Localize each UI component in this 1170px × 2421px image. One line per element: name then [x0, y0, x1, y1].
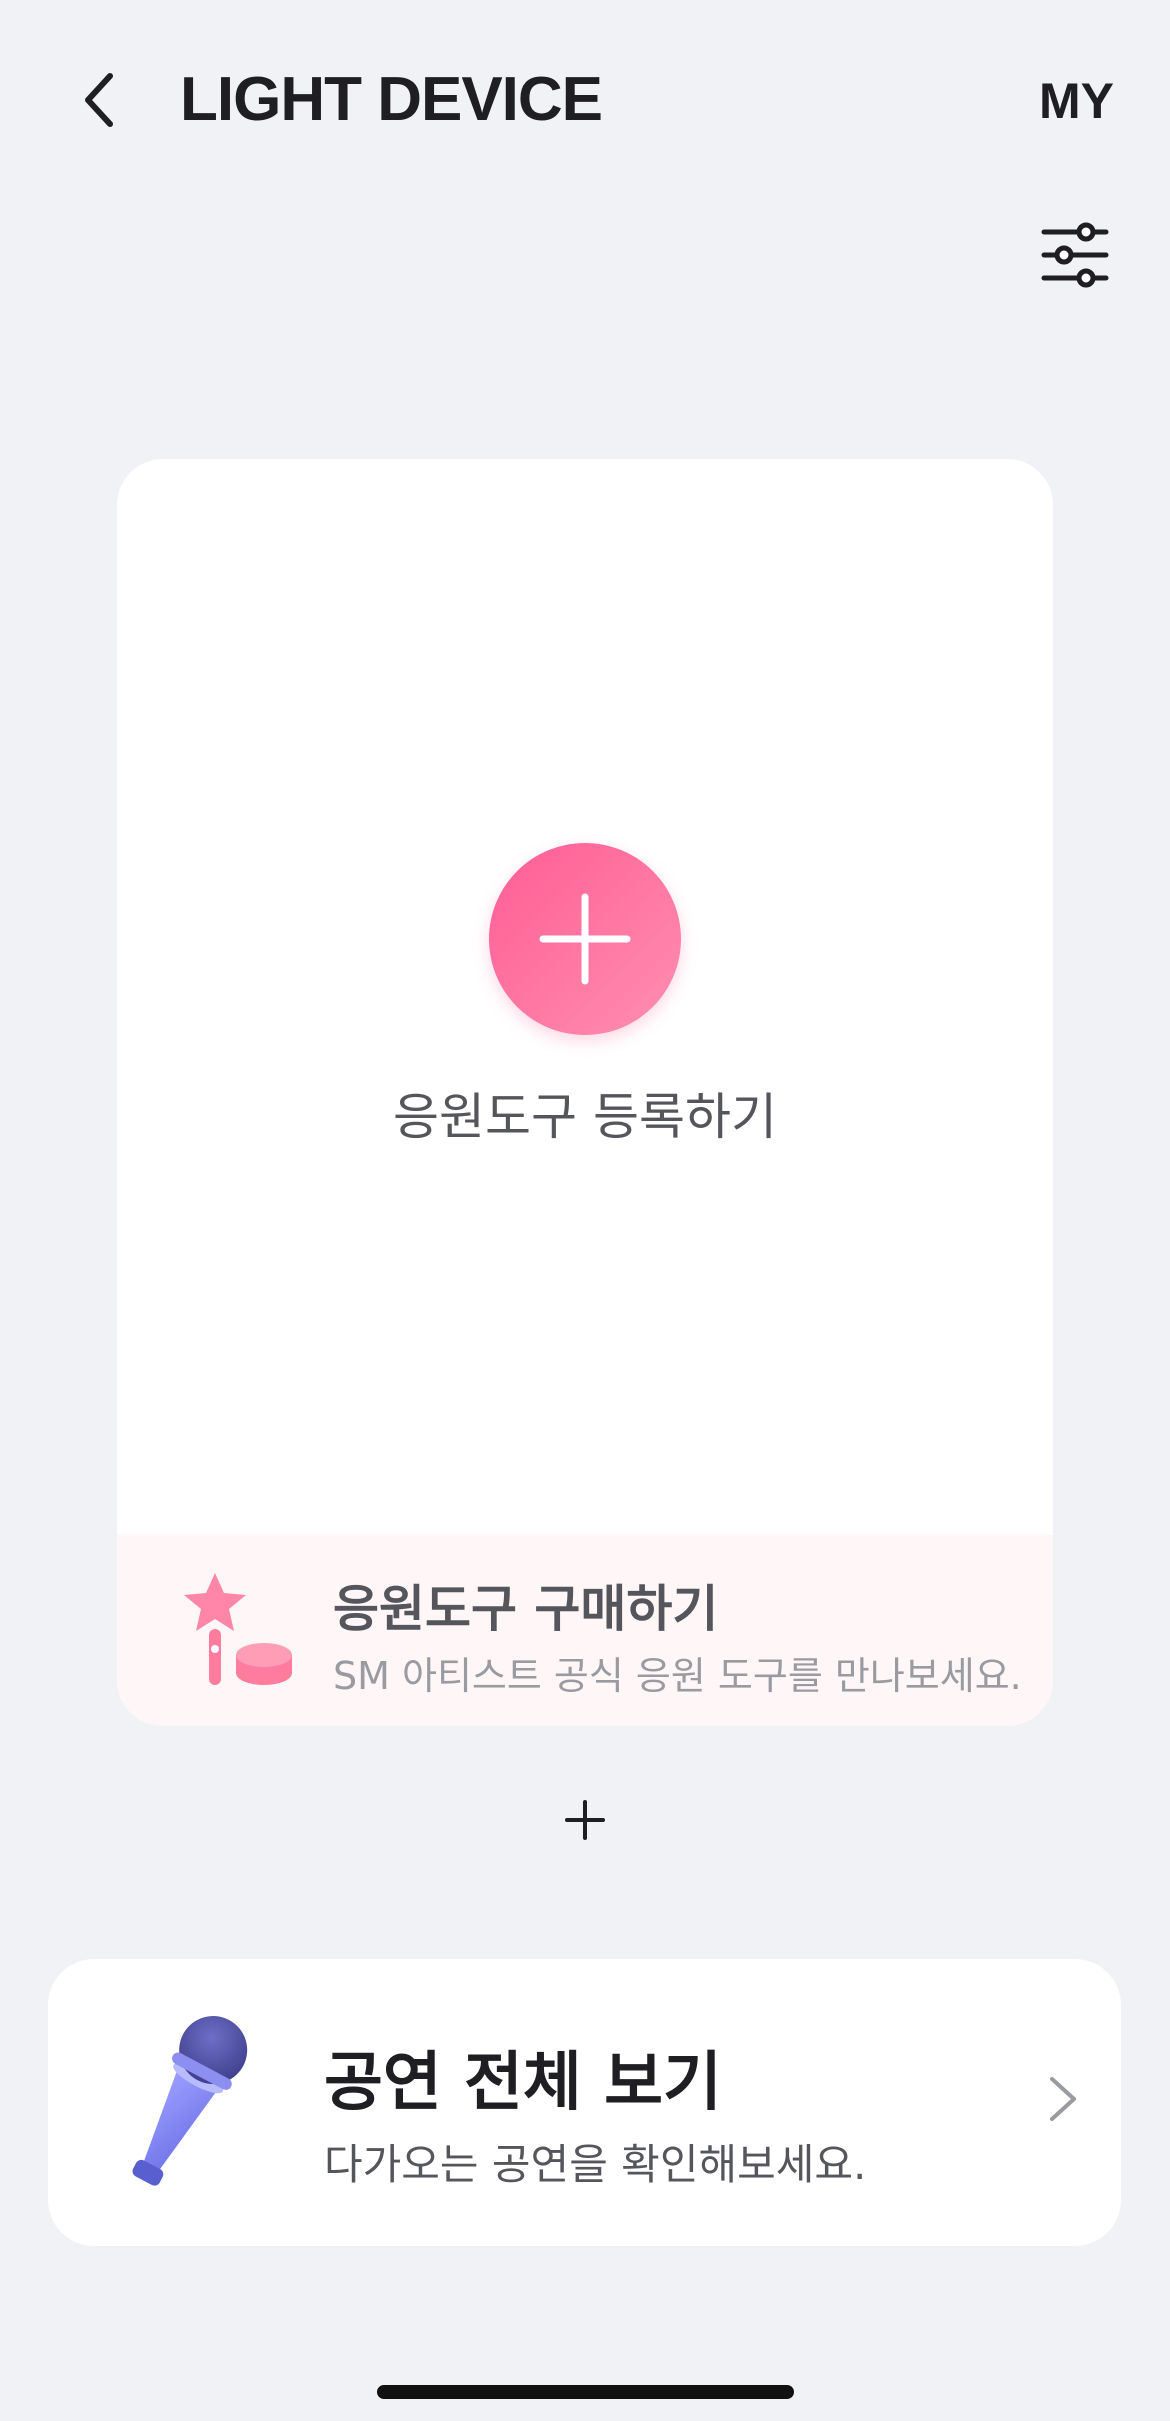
chevron-right-icon — [1050, 2077, 1076, 2121]
microphone-icon — [132, 2016, 248, 2186]
purchase-title: 응원도구 구매하기 — [333, 1580, 719, 1638]
page-title: LIGHT DEVICE — [180, 65, 603, 134]
home-indicator — [377, 2385, 794, 2399]
purchase-device-banner[interactable]: 응원도구 구매하기 SM 아티스트 공식 응원 도구를 만나보세요. — [117, 1535, 1053, 1726]
concerts-title: 공연 전체 보기 — [324, 2046, 722, 2120]
view-all-concerts-card[interactable]: 공연 전체 보기 다가오는 공연을 확인해보세요. — [48, 1959, 1121, 2246]
register-device-button[interactable] — [489, 843, 681, 1035]
plus-icon — [565, 1800, 605, 1840]
plus-icon — [539, 893, 631, 985]
filter-button[interactable] — [1030, 210, 1120, 300]
add-device-button[interactable] — [555, 1785, 615, 1855]
filter-sliders-icon — [1041, 222, 1109, 288]
register-device-card: 응원도구 등록하기 응원도구 구매하기 SM 아티스트 공식 응원 도구를 만나… — [117, 459, 1053, 1726]
back-chevron-icon — [85, 73, 113, 127]
concerts-subtitle: 다가오는 공연을 확인해보세요. — [324, 2140, 867, 2189]
purchase-subtitle: SM 아티스트 공식 응원 도구를 만나보세요. — [333, 1654, 1022, 1698]
back-button[interactable] — [70, 60, 130, 140]
register-device-label: 응원도구 등록하기 — [393, 1088, 777, 1146]
lightstick-icon — [184, 1573, 292, 1685]
my-button[interactable]: MY — [1039, 66, 1114, 136]
